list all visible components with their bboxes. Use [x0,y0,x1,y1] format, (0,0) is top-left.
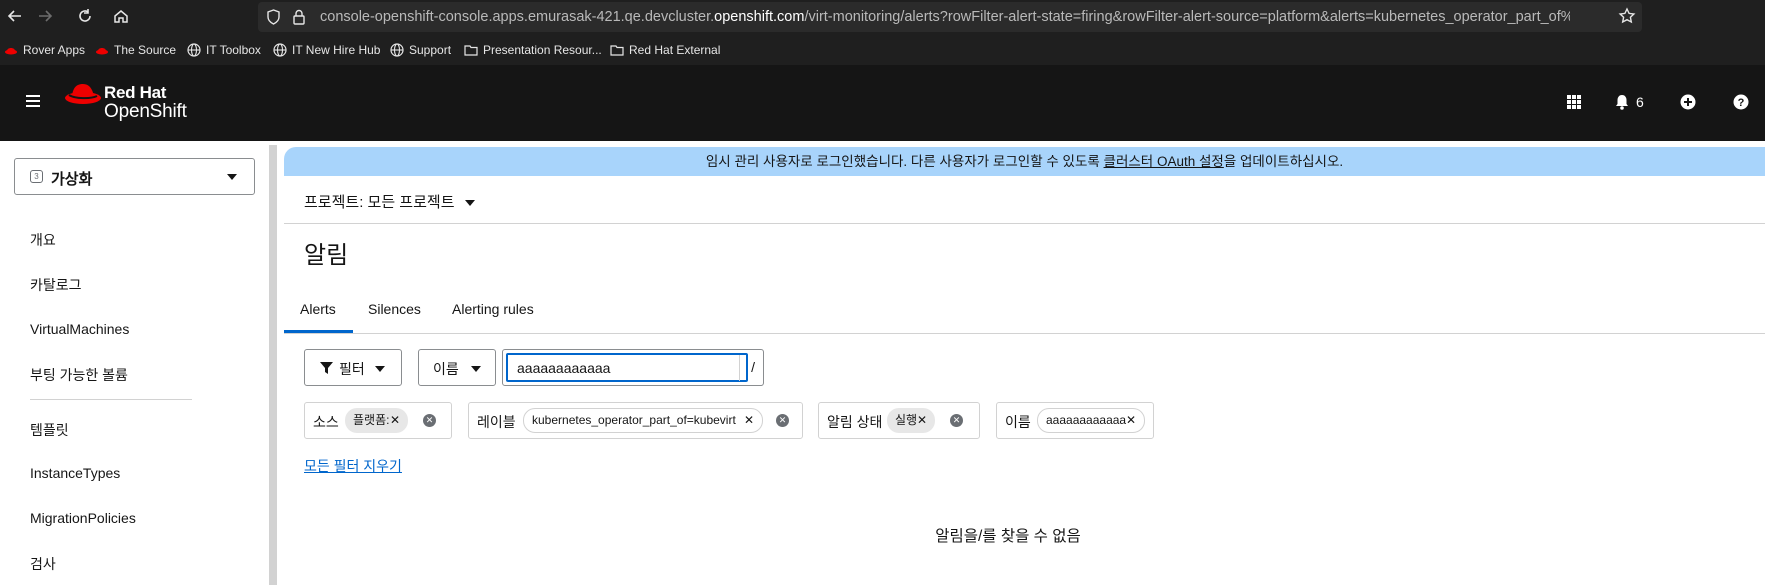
close-icon[interactable]: ✕ [1126,409,1136,432]
chip-group-source: 소스 플랫폼: ✕ ✕ [304,402,452,439]
chip-alert-state-firing: 실행 ✕ [887,408,935,433]
globe-icon [390,43,404,57]
browser-toolbar: console-openshift-console.apps.emurasak-… [0,0,1765,34]
sidebar-item-overview[interactable]: 개요 [30,230,56,250]
bookmark-the-source[interactable]: The Source [95,43,176,57]
apps-grid-icon[interactable] [1565,93,1583,111]
filter-dropdown[interactable]: 필터 [304,349,402,386]
bookmark-it-toolbox[interactable]: IT Toolbox [187,43,261,57]
sidebar-item-catalog[interactable]: 카탈로그 [30,275,82,295]
sidebar-item-templates[interactable]: 템플릿 [30,420,69,440]
reload-icon[interactable] [74,5,96,27]
main-content: 임시 관리 사용자로 로그인했습니다. 다른 사용자가 로그인할 수 있도록 클… [284,141,1765,585]
oauth-banner: 임시 관리 사용자로 로그인했습니다. 다른 사용자가 로그인할 수 있도록 클… [284,147,1765,176]
close-circle-icon[interactable]: ✕ [776,414,789,427]
notification-count[interactable]: 6 [1636,94,1644,110]
svg-text:?: ? [1738,97,1745,109]
bookmark-red-hat-external[interactable]: Red Hat External [610,43,720,57]
virtualization-icon: 3 [30,170,43,183]
sidebar-item-bootable-volumes[interactable]: 부팅 가능한 볼륨 [30,365,128,385]
address-bar[interactable]: console-openshift-console.apps.emurasak-… [258,2,1642,32]
home-icon[interactable] [110,5,132,27]
bell-icon[interactable] [1613,93,1631,111]
sidebar-item-virtualmachines[interactable]: VirtualMachines [30,321,129,337]
redhat-logo-icon [65,84,101,104]
forward-arrow-icon[interactable] [34,5,56,27]
caret-down-icon [375,366,385,372]
caret-down-icon[interactable] [465,200,475,206]
bookmark-support[interactable]: Support [390,43,451,57]
caret-down-icon [471,366,481,372]
project-selector[interactable]: 프로젝트: 모든 프로젝트 [304,191,455,212]
close-circle-icon[interactable]: ✕ [423,414,436,427]
chip-source-platform: 플랫폼: ✕ [345,408,408,433]
folder-icon [464,45,478,56]
sidebar-item-checkups[interactable]: 검사 [30,554,56,574]
shield-icon[interactable] [266,9,281,25]
perspective-switcher[interactable]: 3 가상화 [14,158,255,195]
back-arrow-icon[interactable] [4,5,26,27]
page-title: 알림 [304,242,349,269]
lock-icon[interactable] [292,9,306,25]
sidebar-divider [30,399,192,400]
project-selector-bar: 프로젝트: 모든 프로젝트 [284,176,1765,224]
folder-icon [610,45,624,56]
redhat-hat-icon [5,48,17,55]
attribute-dropdown[interactable]: 이름 [418,349,496,386]
search-container: / [502,349,764,386]
sidebar: 3 가상화 개요 카탈로그 VirtualMachines 부팅 가능한 볼륨 … [0,141,277,585]
tab-silences[interactable]: Silences [368,301,421,317]
tab-alerting-rules[interactable]: Alerting rules [452,301,534,317]
empty-state-message: 알림을/를 찾을 수 없음 [935,528,1081,545]
sidebar-item-instancetypes[interactable]: InstanceTypes [30,465,120,481]
logo-text-redhat: Red Hat [104,83,167,102]
perspective-label: 가상화 [51,171,93,188]
search-shortcut-hint: / [751,359,755,375]
close-icon[interactable]: ✕ [917,408,927,433]
globe-icon [273,43,287,57]
filter-icon [320,362,333,374]
chip-group-alert-state: 알림 상태 실행 ✕ ✕ [818,402,980,439]
chip-group-label: 레이블 kubernetes_operator_part_of=kubevirt… [468,402,803,439]
globe-icon [187,43,201,57]
tab-bar: Alerts Silences Alerting rules [284,287,1765,334]
bookmarks-bar: Rover Apps The Source IT Toolbox IT New … [0,34,1765,65]
tab-alerts[interactable]: Alerts [300,301,336,317]
logo-text-openshift: OpenShift [104,101,187,122]
active-tab-indicator [284,330,353,333]
caret-down-icon [227,174,237,180]
masthead: Red Hat OpenShift 6 ? [0,65,1765,141]
oauth-settings-link[interactable]: 클러스터 OAuth 설정 [1104,154,1224,169]
close-icon[interactable]: ✕ [744,409,754,432]
search-input[interactable] [506,353,748,382]
close-circle-icon[interactable]: ✕ [950,414,963,427]
sidebar-scrollbar[interactable] [269,145,277,585]
chip-label-kubevirt: kubernetes_operator_part_of=kubevirt ✕ [523,408,763,433]
bookmark-it-new-hire-hub[interactable]: IT New Hire Hub [273,43,380,57]
hamburger-menu-icon[interactable] [26,95,40,107]
bookmark-presentation-resources[interactable]: Presentation Resour... [464,43,602,57]
plus-circle-icon[interactable] [1679,93,1697,111]
redhat-hat-icon [96,48,108,55]
bookmark-rover-apps[interactable]: Rover Apps [4,43,85,57]
clear-all-filters-link[interactable]: 모든 필터 지우기 [304,456,402,476]
sidebar-item-migrationpolicies[interactable]: MigrationPolicies [30,510,136,526]
bookmark-star-icon[interactable] [1616,5,1638,27]
close-icon[interactable]: ✕ [390,408,400,433]
url-text: console-openshift-console.apps.emurasak-… [320,9,1570,25]
chip-group-name: 이름 aaaaaaaaaaaa ✕ [996,402,1154,439]
help-icon[interactable]: ? [1732,93,1750,111]
search-divider [739,355,740,381]
chip-name-value: aaaaaaaaaaaa ✕ [1037,408,1145,433]
